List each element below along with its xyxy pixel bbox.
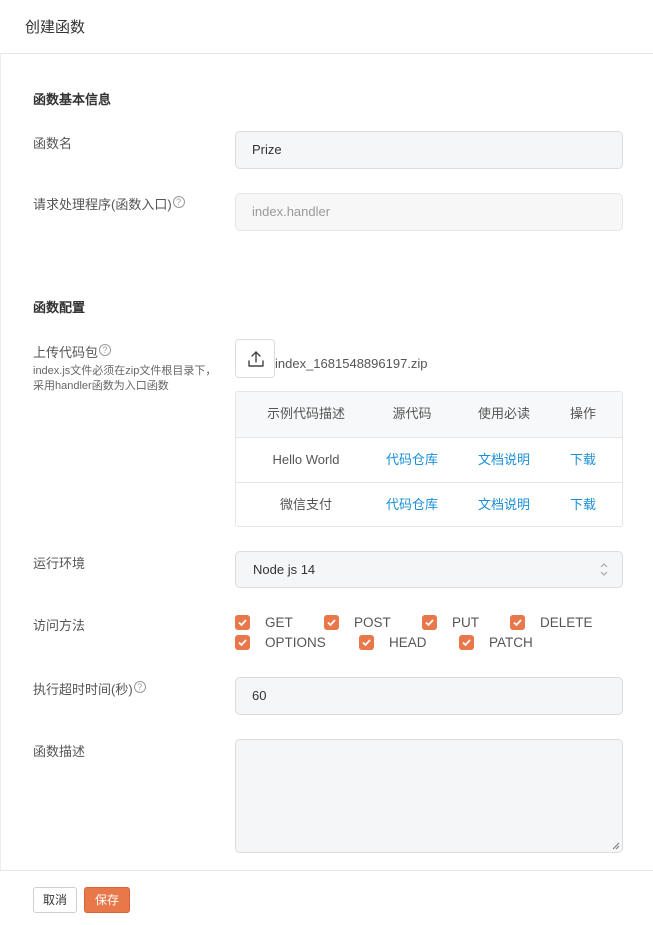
section-title-config: 函数配置 <box>33 300 86 315</box>
table-header: 操作 <box>569 406 596 421</box>
method-label: GET <box>265 615 293 630</box>
timeout-label-text: 执行超时时间(秒) <box>33 682 133 697</box>
function-name-input[interactable]: Prize <box>235 131 623 169</box>
upload-label-text: 上传代码包 <box>33 345 99 360</box>
method-checkbox-put[interactable]: PUT <box>422 615 492 631</box>
checkbox[interactable] <box>359 635 374 650</box>
checkbox[interactable] <box>235 615 250 630</box>
table-header-row: 示例代码描述 源代码 使用必读 操作 <box>236 392 622 437</box>
check-icon <box>462 639 471 647</box>
question-circle-icon[interactable]: ? <box>172 196 185 208</box>
download-link[interactable]: 下载 <box>550 483 616 526</box>
check-icon <box>425 619 434 627</box>
methods-label: 访问方法 <box>33 618 86 633</box>
method-label: POST <box>354 615 391 630</box>
section-title-basic: 函数基本信息 <box>33 92 112 107</box>
footer-bar: 取消 保存 <box>0 870 653 925</box>
function-name-label: 函数名 <box>33 136 73 151</box>
code-repo-link[interactable]: 代码仓库 <box>366 438 458 483</box>
timeout-label: 执行超时时间(秒)? <box>33 679 146 698</box>
upload-button[interactable] <box>235 339 275 378</box>
method-checkbox-get[interactable]: GET <box>235 615 305 631</box>
checkbox[interactable] <box>324 615 339 630</box>
sample-description: 微信支付 <box>279 497 332 512</box>
check-icon <box>238 639 247 647</box>
checkbox[interactable] <box>235 635 250 650</box>
description-label: 函数描述 <box>33 744 86 759</box>
handler-input: index.handler <box>235 193 623 231</box>
upload-hint: index.js文件必须在zip文件根目录下，采用handler函数为入口函数 <box>33 365 217 392</box>
timeout-input[interactable]: 60 <box>235 677 623 715</box>
handler-label-text: 请求处理程序(函数入口) <box>33 197 172 212</box>
runtime-label: 运行环境 <box>33 556 86 571</box>
method-label: DELETE <box>540 615 593 630</box>
upload-icon <box>248 351 264 367</box>
page-header: 创建函数 <box>0 0 653 54</box>
question-circle-icon[interactable]: ? <box>99 344 112 356</box>
sample-code-table: 示例代码描述 源代码 使用必读 操作 Hello World 代码仓库 文档说明… <box>235 391 623 527</box>
uploaded-file-name: index_1681548896197.zip <box>275 356 428 371</box>
method-label: HEAD <box>389 635 427 650</box>
check-icon <box>513 619 522 627</box>
question-circle-icon[interactable]: ? <box>133 681 146 693</box>
method-checkbox-delete[interactable]: DELETE <box>510 615 600 631</box>
method-checkbox-post[interactable]: POST <box>324 615 404 631</box>
upload-label: 上传代码包? <box>33 342 112 361</box>
table-header: 源代码 <box>392 406 432 421</box>
table-row: 微信支付 代码仓库 文档说明 下载 <box>236 482 622 526</box>
handler-label: 请求处理程序(函数入口)? <box>33 194 185 213</box>
table-header: 使用必读 <box>477 406 530 421</box>
checkbox[interactable] <box>422 615 437 630</box>
checkbox[interactable] <box>510 615 525 630</box>
method-label: PUT <box>452 615 479 630</box>
divider <box>0 54 1 870</box>
chevron-up-down-icon <box>600 563 608 576</box>
code-repo-link[interactable]: 代码仓库 <box>366 483 458 526</box>
page-title: 创建函数 <box>25 19 86 36</box>
check-icon <box>362 639 371 647</box>
docs-link[interactable]: 文档说明 <box>458 438 550 483</box>
save-button[interactable]: 保存 <box>84 887 130 913</box>
checkbox[interactable] <box>459 635 474 650</box>
check-icon <box>238 619 247 627</box>
table-header: 示例代码描述 <box>266 406 345 421</box>
check-icon <box>327 619 336 627</box>
download-link[interactable]: 下载 <box>550 438 616 483</box>
docs-link[interactable]: 文档说明 <box>458 483 550 526</box>
runtime-value: Node js 14 <box>253 562 316 577</box>
description-textarea[interactable] <box>235 739 623 853</box>
method-checkbox-patch[interactable]: PATCH <box>459 635 544 651</box>
resize-grip-icon[interactable] <box>612 842 620 850</box>
cancel-button[interactable]: 取消 <box>33 887 77 913</box>
method-label: OPTIONS <box>265 635 326 650</box>
runtime-select[interactable]: Node js 14 <box>235 551 623 588</box>
method-checkbox-options[interactable]: OPTIONS <box>235 635 335 651</box>
method-checkbox-head[interactable]: HEAD <box>359 635 439 651</box>
method-label: PATCH <box>489 635 533 650</box>
table-row: Hello World 代码仓库 文档说明 下载 <box>236 437 622 482</box>
sample-description: Hello World <box>272 452 340 467</box>
